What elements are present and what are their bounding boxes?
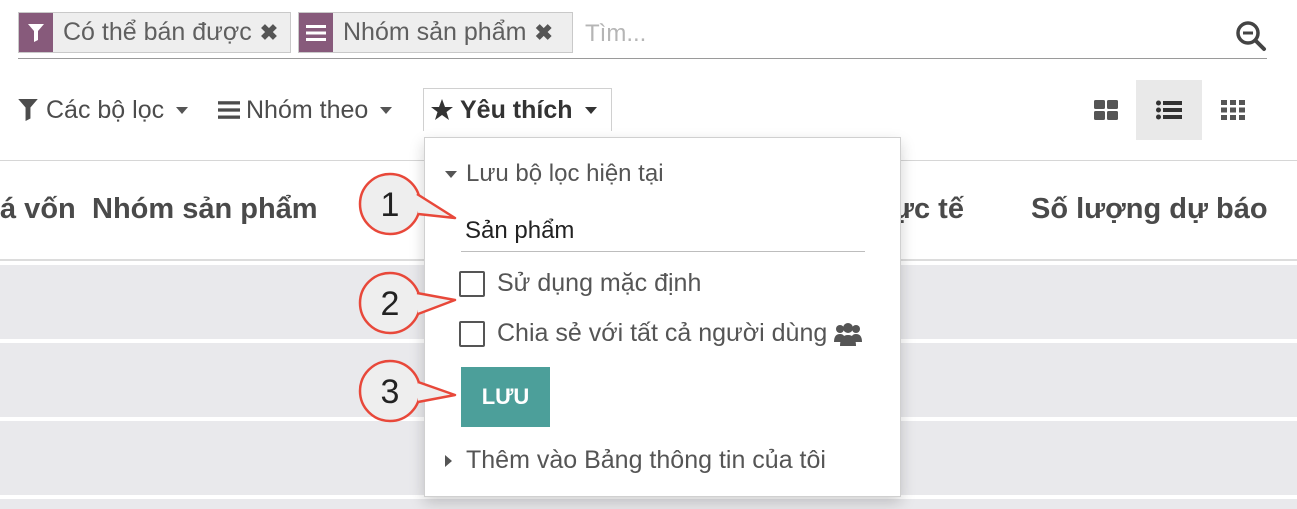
group-by-icon (299, 13, 333, 52)
remove-facet-icon[interactable]: ✖ (534, 20, 560, 46)
caret-down-icon (445, 170, 457, 178)
use-default-option[interactable]: Sử dụng mặc định (459, 269, 701, 298)
list-icon (218, 101, 240, 119)
search-input[interactable] (583, 12, 1187, 55)
callout-number: 1 (381, 186, 400, 224)
save-filter-button[interactable]: LƯU (461, 367, 550, 427)
share-all-label: Chia sẻ với tất cả người dùng (497, 319, 828, 347)
column-header-cost[interactable]: á vốn (0, 193, 76, 226)
share-all-option[interactable]: Chia sẻ với tất cả người dùng (459, 319, 863, 348)
favorites-menu: Lưu bộ lọc hiện tại Sử dụng mặc định Chi… (424, 137, 901, 497)
save-current-search-toggle[interactable]: Lưu bộ lọc hiện tại (445, 160, 664, 188)
add-dashboard-label: Thêm vào Bảng thông tin của tôi (466, 446, 826, 474)
save-current-label: Lưu bộ lọc hiện tại (466, 160, 664, 187)
control-panel: Các bộ lọc Nhóm theo Yêu thích (18, 80, 1267, 140)
filters-dropdown-toggle[interactable]: Các bộ lọc (18, 88, 189, 132)
filter-icon (19, 13, 53, 52)
facet-product-category: Nhóm sản phẩm ✖ (298, 12, 573, 53)
table-row[interactable] (0, 499, 1297, 509)
favorites-label: Yêu thích (460, 95, 573, 124)
groupby-dropdown-toggle[interactable]: Nhóm theo (218, 88, 393, 132)
list-view-icon (1156, 100, 1182, 120)
caret-down-icon (584, 106, 597, 114)
grid-view-button[interactable] (1200, 80, 1266, 140)
kanban-icon (1094, 100, 1118, 120)
column-header-forecast[interactable]: Số lượng dự báo (1031, 193, 1268, 226)
kanban-view-button[interactable] (1073, 80, 1139, 140)
filters-label: Các bộ lọc (46, 95, 165, 124)
filter-icon (18, 99, 38, 121)
groupby-label: Nhóm theo (246, 95, 369, 124)
add-to-dashboard-toggle[interactable]: Thêm vào Bảng thông tin của tôi (445, 446, 826, 475)
favorites-dropdown-toggle[interactable]: Yêu thích (423, 88, 612, 131)
caret-right-icon (445, 454, 452, 467)
column-header-on-hand[interactable]: ực tế (893, 193, 964, 226)
search-bar: Có thể bán được ✖ Nhóm sản phẩm ✖ (18, 10, 1267, 59)
share-all-checkbox[interactable] (459, 320, 485, 347)
use-default-label: Sử dụng mặc định (497, 269, 702, 297)
caret-down-icon (176, 106, 189, 114)
use-default-checkbox[interactable] (459, 270, 485, 297)
star-icon (431, 99, 453, 120)
caret-down-icon (380, 106, 393, 114)
search-icon[interactable] (1235, 20, 1267, 52)
list-view-button[interactable] (1136, 80, 1202, 140)
facet-saleable: Có thể bán được ✖ (18, 12, 291, 53)
filter-name-input[interactable] (461, 210, 865, 252)
users-icon (834, 322, 863, 346)
facet-label: Nhóm sản phẩm (343, 18, 527, 46)
facet-label: Có thể bán được (63, 18, 252, 46)
column-header-product-category[interactable]: Nhóm sản phẩm (92, 193, 318, 226)
grid-icon (1221, 100, 1245, 120)
remove-facet-icon[interactable]: ✖ (260, 20, 286, 46)
